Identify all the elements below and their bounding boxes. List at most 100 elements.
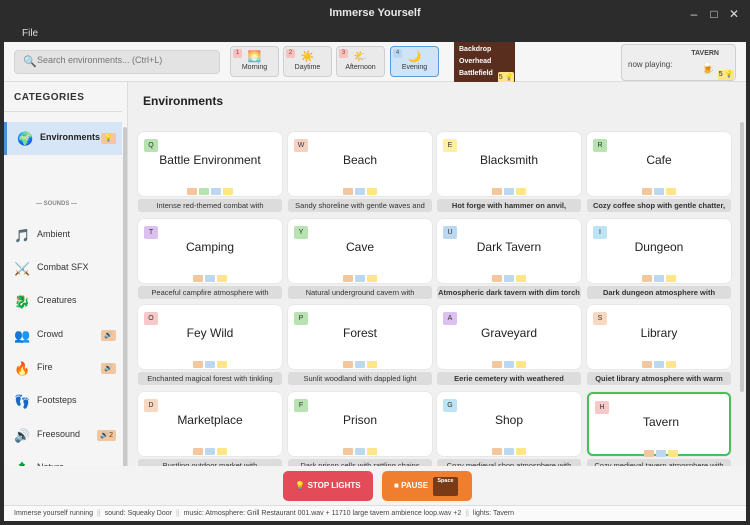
main-content: Environments Q Battle Environment Intense … [128, 82, 746, 466]
sidebar-item-crowd[interactable]: 👥 Crowd 🔊 [4, 319, 122, 352]
env-card-body[interactable]: F Prison [288, 392, 432, 456]
env-card-title: Fey Wild [186, 326, 234, 340]
sidebar-item-badge: 🔊 [101, 330, 116, 341]
env-card-tags [288, 275, 432, 283]
env-card-body[interactable]: R Cafe [587, 132, 731, 196]
env-card-body[interactable]: T Camping [138, 219, 282, 283]
env-card-body[interactable]: Q Battle Environment [138, 132, 282, 196]
time-evening-button[interactable]: 4 🌙 Evening [390, 46, 439, 77]
hotkey-badge: 2 [286, 49, 295, 58]
capability-tag-icon [644, 450, 654, 457]
sidebar-item-creatures[interactable]: 🐉 Creatures [4, 285, 122, 318]
env-card-marketplace[interactable]: D Marketplace Bustling outdoor market with [138, 392, 282, 466]
sounds-separator: — SOUNDS — [36, 201, 78, 207]
app-window: 🔍 1🌅Morning2☀️Daytime3🌤️Afternoon4🌙Eveni… [4, 42, 746, 521]
env-card-body[interactable]: O Fey Wild [138, 305, 282, 369]
env-card-cave[interactable]: Y Cave Natural underground cavern with [288, 219, 432, 299]
env-card-body[interactable]: A Graveyard [437, 305, 581, 369]
env-card-body[interactable]: P Forest [288, 305, 432, 369]
env-card-title: Battle Environment [159, 153, 261, 167]
env-card-dungeon[interactable]: I Dungeon Dark dungeon atmosphere with [587, 219, 731, 299]
env-card-description: Cozy medieval tavern atmosphere with [587, 459, 731, 466]
search-box[interactable]: 🔍 [14, 50, 220, 74]
env-card-beach[interactable]: W Beach Sandy shoreline with gentle waves … [288, 132, 432, 212]
env-card-tags [587, 361, 731, 369]
sidebar-item-label: Crowd [37, 329, 64, 339]
stop-lights-button[interactable]: 💡 STOP LIGHTS [283, 471, 373, 501]
now-playing-panel: now playing: TAVERN 🍺 5 💡 [621, 44, 736, 81]
env-card-tags [437, 188, 581, 196]
status-running: Immerse yourself running [14, 510, 93, 517]
env-card-dark-tavern[interactable]: U Dark Tavern Atmospheric dark tavern with… [437, 219, 581, 299]
now-playing-title: TAVERN [691, 50, 719, 57]
env-card-blacksmith[interactable]: E Blacksmith Hot forge with hammer on anvi… [437, 132, 581, 212]
env-card-body[interactable]: Y Cave [288, 219, 432, 283]
capability-tag-icon [654, 275, 664, 282]
sidebar-item-fire[interactable]: 🔥 Fire 🔊 [4, 352, 122, 385]
env-card-body[interactable]: H Tavern [587, 392, 733, 458]
env-card-body[interactable]: U Dark Tavern [437, 219, 581, 283]
sidebar-item-ambient[interactable]: 🎵 Ambient [4, 219, 122, 252]
categories-heading: CATEGORIES [14, 92, 85, 103]
env-card-description: Atmospheric dark tavern with dim torch [437, 286, 581, 299]
sidebar-item-footsteps[interactable]: 👣 Footsteps [4, 385, 122, 418]
env-card-body[interactable]: I Dungeon [587, 219, 731, 283]
maximize-button[interactable]: □ [706, 6, 722, 22]
capability-tag-icon [666, 361, 676, 368]
capability-tag-icon [217, 361, 227, 368]
env-card-title: Beach [342, 153, 378, 167]
divider [4, 111, 122, 112]
env-card-body[interactable]: G Shop [437, 392, 581, 456]
env-card-title: Graveyard [480, 326, 538, 340]
env-card-tags [589, 450, 733, 458]
sidebar-item-label: Creatures [37, 295, 77, 305]
env-card-shop[interactable]: G Shop Cozy medieval shop atmosphere with [437, 392, 581, 466]
hotkey-badge: S [593, 312, 607, 325]
env-card-tags [288, 448, 432, 456]
status-bar: Immerse yourself running || sound: Squeaky… [4, 505, 746, 521]
capability-tag-icon [654, 361, 664, 368]
hotkey-badge: 1 [233, 49, 242, 58]
minimize-button[interactable]: – [686, 6, 702, 22]
env-card-body[interactable]: W Beach [288, 132, 432, 196]
env-card-library[interactable]: S Library Quiet library atmosphere with wa… [587, 305, 731, 385]
status-lights: lights: Tavern [472, 510, 515, 517]
sidebar-item-nature[interactable]: 🌲Nature [4, 452, 122, 466]
now-playing-badge: 5 💡 [718, 70, 734, 80]
env-card-fey-wild[interactable]: O Fey Wild Enchanted magical forest with t… [138, 305, 282, 385]
pause-button[interactable]: ■ PAUSE Space [382, 471, 472, 501]
capability-tag-icon [642, 188, 652, 195]
env-card-tags [587, 188, 731, 196]
stop-lights-label: STOP LIGHTS [307, 481, 361, 490]
sidebar-scrollbar[interactable] [123, 127, 127, 466]
search-input[interactable] [37, 55, 217, 65]
close-button[interactable]: ✕ [726, 6, 742, 22]
env-card-prison[interactable]: F Prison Dark prison cells with rattling c… [288, 392, 432, 466]
time-daytime-button[interactable]: 2 ☀️ Daytime [283, 46, 332, 77]
menu-file[interactable]: File [22, 28, 38, 39]
env-card-tags [138, 188, 282, 196]
sidebar-item-freesound[interactable]: 🔊 Freesound 🔊2 [4, 419, 122, 452]
creatures-icon: 🐉 [14, 294, 31, 309]
env-card-forest[interactable]: P Forest Sunlit woodland with dappled ligh… [288, 305, 432, 385]
sidebar-item-label: Footsteps [37, 395, 77, 405]
main-scrollbar[interactable] [740, 122, 744, 392]
now-playing-label: now playing: [628, 60, 673, 69]
capability-tag-icon [668, 450, 678, 457]
env-card-cafe[interactable]: R Cafe Cozy coffee shop with gentle chatte… [587, 132, 731, 212]
env-card-body[interactable]: S Library [587, 305, 731, 369]
capability-tag-icon [367, 361, 377, 368]
time-morning-button[interactable]: 1 🌅 Morning [230, 46, 279, 77]
hotkey-badge: A [443, 312, 457, 325]
env-card-body[interactable]: D Marketplace [138, 392, 282, 456]
env-card-graveyard[interactable]: A Graveyard Eerie cemetery with weathered [437, 305, 581, 385]
env-card-battle-environment[interactable]: Q Battle Environment Intense red-themed co… [138, 132, 282, 212]
time-afternoon-button[interactable]: 3 🌤️ Afternoon [336, 46, 385, 77]
sidebar-item-environments[interactable]: 🌍 Environments 💡 [4, 122, 122, 155]
hotkey-badge: T [144, 226, 158, 239]
env-card-camping[interactable]: T Camping Peaceful campfire atmosphere wit… [138, 219, 282, 299]
sidebar-item-combat-sfx[interactable]: ⚔️ Combat SFX [4, 252, 122, 285]
env-card-body[interactable]: E Blacksmith [437, 132, 581, 196]
env-card-tavern[interactable]: H Tavern Cozy medieval tavern atmosphere w… [587, 392, 731, 466]
lights-panel[interactable]: Backdrop Overhead Battlefield 5 💡 [454, 42, 515, 84]
